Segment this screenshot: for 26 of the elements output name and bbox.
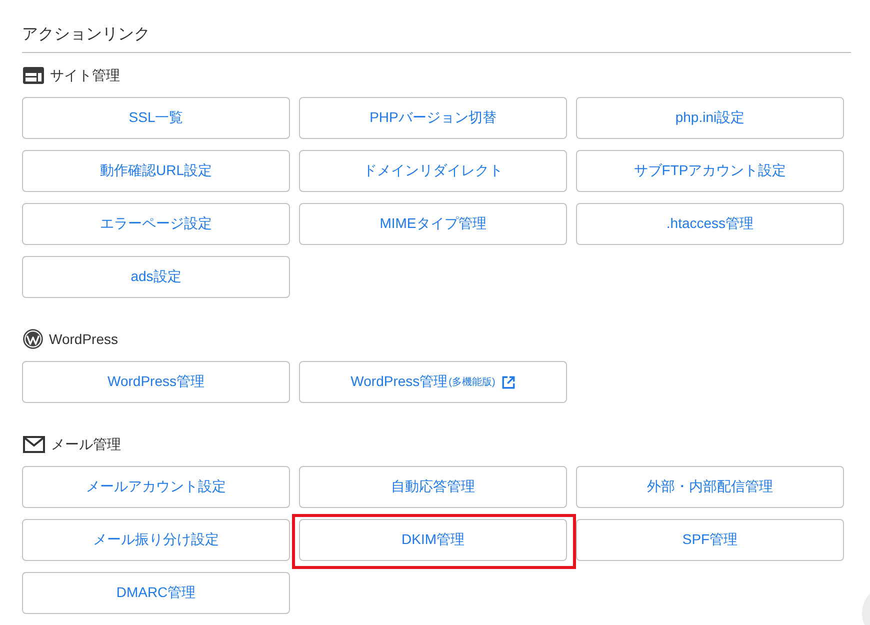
action-button[interactable]: MIMEタイプ管理: [299, 203, 567, 245]
action-button[interactable]: WordPress管理: [22, 361, 290, 403]
layout-icon: [23, 66, 44, 84]
section-heading: サイト管理: [50, 66, 120, 85]
w-logo-icon: [23, 329, 43, 349]
action-button[interactable]: メール振り分け設定: [22, 519, 290, 561]
action-button[interactable]: SSL一覧: [22, 97, 290, 139]
action-button[interactable]: エラーページ設定: [22, 203, 290, 245]
action-button[interactable]: サブFTPアカウント設定: [576, 150, 844, 192]
action-button[interactable]: メールアカウント設定: [22, 466, 290, 508]
section-heading: メール管理: [51, 435, 121, 454]
action-button[interactable]: 外部・内部配信管理: [576, 466, 844, 508]
page-title: アクションリンク: [22, 23, 851, 53]
action-button[interactable]: ads設定: [22, 256, 290, 298]
action-button[interactable]: ドメインリダイレクト: [299, 150, 567, 192]
action-button[interactable]: DKIM管理: [299, 519, 567, 561]
action-button[interactable]: 動作確認URL設定: [22, 150, 290, 192]
envelope-icon: [23, 436, 45, 452]
action-button[interactable]: php.ini設定: [576, 97, 844, 139]
action-button[interactable]: WordPress管理(多機能版): [299, 361, 567, 403]
action-button[interactable]: SPF管理: [576, 519, 844, 561]
section-heading: WordPress: [49, 330, 118, 349]
action-button[interactable]: 自動応答管理: [299, 466, 567, 508]
action-button[interactable]: .htaccess管理: [576, 203, 844, 245]
action-button[interactable]: DMARC管理: [22, 572, 290, 614]
action-button[interactable]: PHPバージョン切替: [299, 97, 567, 139]
